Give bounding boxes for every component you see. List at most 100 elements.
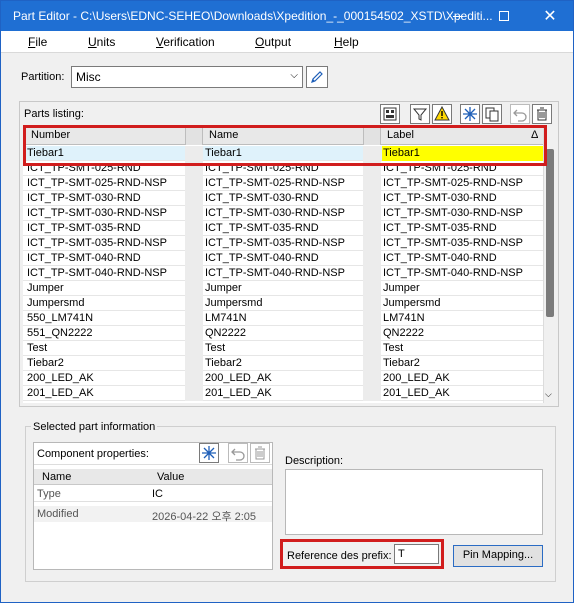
table-row[interactable]: ICT_TP-SMT-040-RND-NSP ICT_TP-SMT-040-RND… bbox=[23, 266, 543, 281]
prop-header-value: Value bbox=[157, 471, 185, 483]
cell-name: ICT_TP-SMT-040-RND bbox=[205, 252, 319, 264]
cell-number: ICT_TP-SMT-040-RND-NSP bbox=[27, 267, 167, 279]
table-row[interactable]: ICT_TP-SMT-035-RND ICT_TP-SMT-035-RND ICT_… bbox=[23, 221, 543, 236]
table-row[interactable]: ICT_TP-SMT-030-RND-NSP ICT_TP-SMT-030-RND… bbox=[23, 206, 543, 221]
table-row[interactable]: 551_QN2222 QN2222 QN2222 bbox=[23, 326, 543, 341]
scroll-down-icon[interactable]: ⌵ bbox=[545, 389, 552, 400]
cell-number: ICT_TP-SMT-025-RND-NSP bbox=[27, 177, 167, 189]
add-property-button[interactable] bbox=[199, 443, 219, 463]
vertical-scrollbar[interactable]: ⌵ bbox=[543, 127, 555, 403]
close-button[interactable]: ✕ bbox=[527, 1, 573, 31]
minimize-button[interactable] bbox=[435, 1, 481, 31]
cell-number: ICT_TP-SMT-040-RND bbox=[27, 252, 141, 264]
delete-property-button[interactable] bbox=[250, 443, 270, 463]
row-separator-cell bbox=[363, 371, 381, 386]
chevron-down-icon: ⌵ bbox=[290, 70, 298, 81]
undo-property-button[interactable] bbox=[228, 443, 248, 463]
part-editor-window: Part Editor - C:\Users\EDNC-SEHEO\Downlo… bbox=[0, 0, 574, 603]
row-separator-cell bbox=[363, 326, 381, 341]
cell-name: ICT_TP-SMT-035-RND-NSP bbox=[205, 237, 345, 249]
table-row[interactable]: 201_LED_AK 201_LED_AK 201_LED_AK bbox=[23, 386, 543, 401]
partition-label: Partition: bbox=[21, 71, 65, 83]
cell-label: Jumpersmd bbox=[383, 297, 441, 309]
parts-grid[interactable]: Number Name Label Δ Tiebar1 Tiebar1 Tiebar… bbox=[23, 127, 543, 403]
row-separator-cell bbox=[185, 281, 203, 296]
copy-icon bbox=[485, 107, 499, 122]
menu-help[interactable]: Help bbox=[334, 35, 359, 49]
modified-row: Modified 2026-04-22 오후 2:05 bbox=[34, 506, 272, 523]
refdes-input[interactable]: T bbox=[394, 544, 439, 564]
row-separator-cell bbox=[185, 341, 203, 356]
menu-output[interactable]: Output bbox=[255, 35, 291, 49]
table-row[interactable]: ICT_TP-SMT-035-RND-NSP ICT_TP-SMT-035-RND… bbox=[23, 236, 543, 251]
minimize-icon bbox=[453, 15, 463, 17]
row-separator-cell bbox=[185, 251, 203, 266]
part-properties-icon bbox=[383, 107, 397, 121]
warning-button[interactable] bbox=[432, 104, 452, 124]
filter-icon bbox=[412, 108, 428, 121]
table-row[interactable]: ICT_TP-SMT-040-RND ICT_TP-SMT-040-RND ICT_… bbox=[23, 251, 543, 266]
cell-label: LM741N bbox=[383, 312, 425, 324]
row-separator-cell bbox=[185, 191, 203, 206]
copy-part-button[interactable] bbox=[482, 104, 502, 124]
prop-value: IC bbox=[152, 488, 163, 500]
partition-select[interactable]: Misc ⌵ bbox=[71, 66, 303, 88]
row-separator-cell bbox=[185, 221, 203, 236]
cell-name: ICT_TP-SMT-025-RND-NSP bbox=[205, 177, 345, 189]
undo-button[interactable] bbox=[510, 104, 530, 124]
pin-mapping-label: Pin Mapping... bbox=[462, 549, 534, 561]
row-separator-cell bbox=[363, 296, 381, 311]
menu-verification[interactable]: Verification bbox=[156, 35, 215, 49]
edit-partition-button[interactable] bbox=[306, 66, 328, 88]
maximize-icon bbox=[499, 11, 509, 21]
part-properties-button[interactable] bbox=[380, 104, 400, 124]
cell-name: LM741N bbox=[205, 312, 247, 324]
cell-name: Jumpersmd bbox=[205, 297, 263, 309]
table-row[interactable]: Jumper Jumper Jumper bbox=[23, 281, 543, 296]
cell-number: 200_LED_AK bbox=[27, 372, 94, 384]
description-label: Description: bbox=[285, 455, 344, 467]
table-row[interactable]: 550_LM741N LM741N LM741N bbox=[23, 311, 543, 326]
table-row[interactable]: ICT_TP-SMT-030-RND ICT_TP-SMT-030-RND ICT_… bbox=[23, 191, 543, 206]
table-row[interactable]: Jumpersmd Jumpersmd Jumpersmd bbox=[23, 296, 543, 311]
maximize-button[interactable] bbox=[481, 1, 527, 31]
table-row[interactable]: Test Test Test bbox=[23, 341, 543, 356]
row-separator-cell bbox=[363, 386, 381, 401]
modified-label: Modified bbox=[37, 508, 79, 520]
description-field[interactable] bbox=[285, 469, 543, 535]
cell-name: ICT_TP-SMT-030-RND bbox=[205, 192, 319, 204]
annotation-highlight-box bbox=[23, 125, 547, 166]
selected-part-label: Selected part information bbox=[31, 421, 158, 433]
refdes-label: Reference des prefix: bbox=[287, 550, 392, 562]
parts-listing-label: Parts listing: bbox=[24, 108, 84, 120]
cell-label: QN2222 bbox=[383, 327, 424, 339]
pencil-icon bbox=[311, 71, 323, 83]
cell-label: ICT_TP-SMT-040-RND bbox=[383, 252, 497, 264]
row-separator-cell bbox=[363, 281, 381, 296]
table-row[interactable]: Tiebar2 Tiebar2 Tiebar2 bbox=[23, 356, 543, 371]
table-row[interactable]: ICT_TP-SMT-025-RND-NSP ICT_TP-SMT-025-RND… bbox=[23, 176, 543, 191]
scrollbar-thumb[interactable] bbox=[546, 149, 554, 317]
cell-name: ICT_TP-SMT-030-RND-NSP bbox=[205, 207, 345, 219]
table-row[interactable]: 200_LED_AK 200_LED_AK 200_LED_AK bbox=[23, 371, 543, 386]
cell-label: 200_LED_AK bbox=[383, 372, 450, 384]
undo-icon bbox=[513, 109, 527, 122]
menu-units[interactable]: Units bbox=[88, 35, 115, 49]
property-row[interactable]: Type IC bbox=[34, 486, 272, 502]
cell-label: ICT_TP-SMT-025-RND-NSP bbox=[383, 177, 523, 189]
row-separator-cell bbox=[185, 236, 203, 251]
pin-mapping-button[interactable]: Pin Mapping... bbox=[453, 545, 543, 567]
cell-name: 200_LED_AK bbox=[205, 372, 272, 384]
close-icon: ✕ bbox=[543, 8, 557, 25]
new-part-button[interactable] bbox=[460, 104, 480, 124]
title-bar[interactable]: Part Editor - C:\Users\EDNC-SEHEO\Downlo… bbox=[1, 1, 573, 31]
cell-name: 201_LED_AK bbox=[205, 387, 272, 399]
menu-file[interactable]: File bbox=[28, 35, 47, 49]
cell-name: Jumper bbox=[205, 282, 242, 294]
filter-button[interactable] bbox=[410, 104, 430, 124]
cell-label: Tiebar2 bbox=[383, 357, 420, 369]
cell-number: Jumpersmd bbox=[27, 297, 85, 309]
refdes-value: T bbox=[398, 548, 405, 560]
prop-name: Type bbox=[37, 488, 61, 500]
delete-part-button[interactable] bbox=[532, 104, 552, 124]
